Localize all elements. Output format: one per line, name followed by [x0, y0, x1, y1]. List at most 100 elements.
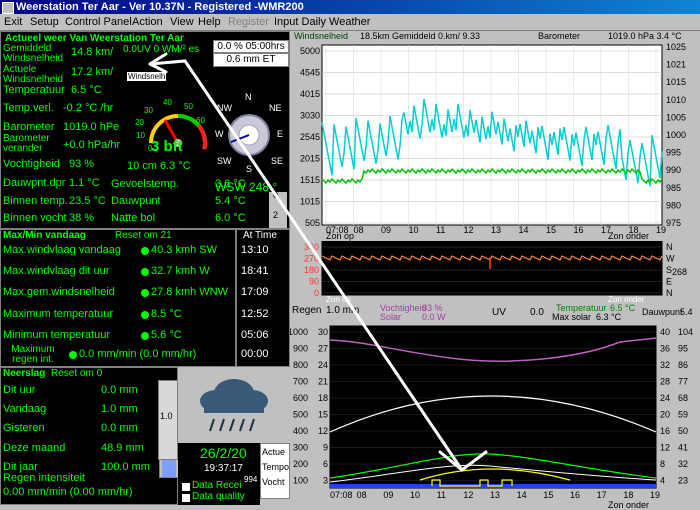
rain-gauge-value: 1.0: [160, 411, 173, 421]
wetbulb-value: 6.0 °C: [215, 212, 246, 224]
maxmin-row-value: 27.8 kmh WNW: [151, 286, 229, 298]
graph3-right-a-tick: 24: [660, 393, 670, 403]
menu-setup[interactable]: Setup: [30, 16, 59, 28]
graph3-right-b-tick: 41: [678, 443, 688, 453]
maxmin-row-label: Max.gem.windsnelheid: [3, 286, 115, 298]
avg-wind-label: Gemiddeld Windsnelheid: [3, 43, 64, 64]
graph1-hour-tick: 16: [574, 225, 584, 235]
graph3-hour-tick: 10: [410, 490, 420, 500]
graph3-left-a-tick: 500: [293, 410, 308, 420]
graph3-dauw-value: 5.4: [680, 307, 693, 317]
graph3-left-a-tick: 400: [293, 426, 308, 436]
graph1-hour-tick: 15: [546, 225, 556, 235]
at-time-value: 13:10: [241, 244, 269, 256]
rain-row-label: Vandaag: [3, 403, 47, 415]
gauge-tick-60: 60: [196, 116, 205, 125]
graph2-zon-onder: Zon onder: [608, 295, 645, 303]
menu-help[interactable]: Help: [198, 16, 221, 28]
graph1-hour-tick: 19: [656, 225, 666, 235]
rain-panel: Neerslag Reset om 0 Dit uur 0.0 mm Vanda…: [0, 367, 179, 505]
graph3-right-a-tick: 36: [660, 344, 670, 354]
at-time-value: 17:09: [241, 286, 269, 298]
graph1-right-tick: 975: [666, 218, 681, 228]
graph3-left-a-tick: 800: [293, 360, 308, 370]
data-quality-checkbox[interactable]: [181, 493, 191, 503]
tempo-label: Tempo: [262, 462, 290, 472]
rain-intensity-label: Regen intensiteit: [3, 472, 85, 484]
menu-input-daily-weather[interactable]: Input Daily Weather: [274, 16, 370, 28]
graph-wind-baro-frame: Windsnelheid 18.5km Gemiddeld 0.km/ 9.33…: [290, 31, 700, 241]
baro-value: 1019.0 hPe: [63, 121, 120, 133]
graph3-right-a-tick: 16: [660, 426, 670, 436]
graph3-left-b-tick: 30: [318, 327, 328, 337]
menu-control-panel[interactable]: Control Panel: [65, 16, 132, 28]
soil-temp: 10 cm 6.3 °C: [127, 160, 191, 172]
indoor-hum-value: 38 %: [69, 212, 95, 224]
graph3-hour-tick: 19: [650, 490, 660, 500]
graph3-left-b-tick: 6: [323, 459, 328, 469]
maxmin-reset[interactable]: Reset om 21: [113, 230, 174, 241]
gauge-tick-10: 10: [136, 131, 145, 140]
graph2-right-tick: N: [666, 288, 673, 298]
rain-intensity-value: 0.00 mm/min (0.00 mm/hr): [3, 486, 133, 498]
menu-exit[interactable]: Exit: [4, 16, 22, 28]
gauge-tick-20: 20: [135, 118, 144, 127]
graph1-right-tick: 1015: [666, 77, 686, 87]
menu-register[interactable]: Register: [228, 16, 269, 28]
graph3-left-b-tick: 12: [318, 426, 328, 436]
graph3-right-b-tick: 86: [678, 360, 688, 370]
data-received-checkbox[interactable]: [181, 482, 191, 492]
graph3-left-b-tick: 24: [318, 360, 328, 370]
graph3-hour-tick: 13: [490, 490, 500, 500]
graph1-left-tick: 1515: [300, 175, 320, 185]
side-label-2: 2: [273, 210, 279, 220]
graph3-hour-tick: 07:08: [330, 490, 353, 500]
graph3-hour-tick: 17: [597, 490, 607, 500]
app-icon: [2, 2, 14, 14]
graph1-baro-label: Barometer: [538, 31, 581, 41]
graph2-left-tick: 360: [304, 242, 319, 252]
wind-direction-text: WSW 248 °: [215, 180, 278, 194]
status-mini-panel: Actue Tempo Vocht: [260, 443, 290, 499]
graph3-left-a-tick: 600: [293, 393, 308, 403]
graph3-hour-tick: 16: [570, 490, 580, 500]
wind-baro-chart: 5000454540153030254520151515101550510251…: [300, 42, 686, 241]
compass-n: N: [245, 92, 252, 102]
at-time-panel: At Time 13:10 18:41 17:09 12:52 05:06 00…: [236, 229, 290, 367]
graph2-right-num: 268: [672, 267, 687, 277]
data-quality-label: Data quality: [192, 491, 245, 502]
graph1-right-tick: 985: [666, 183, 681, 193]
baro-change-value: +0.0 hPa/hr: [63, 139, 121, 151]
multi-sensor-chart: 1000 900 800 700 600 500 400 300 200 100 30 27 24 21 1…: [290, 325, 693, 510]
menu-view[interactable]: View: [170, 16, 194, 28]
gauge-tick-30: 30: [144, 106, 153, 115]
graph3-left-a-tick: 300: [293, 443, 308, 453]
graph2-left-tick: 270: [304, 254, 319, 264]
side-label-0: 0: [273, 190, 279, 200]
menu-action[interactable]: Action: [132, 16, 163, 28]
maxmin-header: Max/Min vandaag: [1, 230, 88, 241]
graph1-right-tick: 995: [666, 148, 681, 158]
graph3-hour-tick: 12: [463, 490, 473, 500]
dewpoint-dpr-label: Dauwpnt.dpr: [3, 177, 66, 189]
graph2-left-tick: 0: [314, 288, 319, 298]
maxmin-row-label: Max.windvlaag dit uur: [3, 265, 110, 277]
graph3-right-a-tick: 28: [660, 377, 670, 387]
rain-row-label: Deze maand: [3, 442, 66, 454]
graph3-right-b-tick: 68: [678, 393, 688, 403]
graph2-left-tick: 90: [309, 277, 319, 287]
humidity-label: Vochtigheid: [3, 158, 60, 170]
graph3-hour-tick: 11: [437, 490, 446, 500]
graph3-right-b-tick: 104: [678, 327, 693, 337]
graph1-right-tick: 990: [666, 165, 681, 175]
graph3-right-a-tick: 4: [660, 476, 665, 486]
rain-scale-box: 1.0: [158, 380, 178, 460]
rain-row-label: Gisteren: [3, 422, 45, 434]
rain-reset[interactable]: Reset om 0: [49, 368, 105, 379]
graph1-right-tick: 1025: [666, 42, 686, 52]
dewpoint-value: 5.4 °C: [215, 195, 246, 207]
datetime-panel: 26/2/20 19:37:17: [178, 443, 260, 479]
data-status-panel: Data Recei Data quality 994: [178, 475, 260, 505]
rain-row-value: 100.0 mm: [101, 461, 150, 473]
graph1-wind-info: 18.5km Gemiddeld 0.km/ 9.33: [360, 31, 481, 41]
